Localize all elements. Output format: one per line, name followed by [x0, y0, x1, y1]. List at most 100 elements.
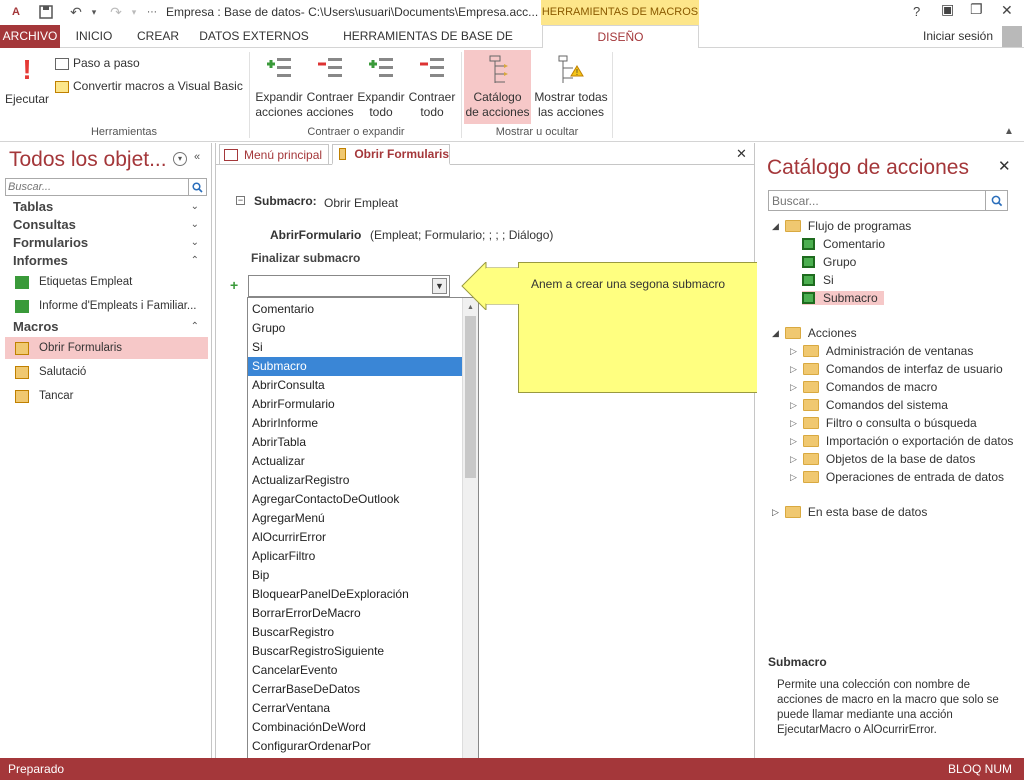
dropdown-item[interactable]: CerrarBaseDeDatos: [248, 680, 462, 699]
dropdown-item[interactable]: BuscarRegistroSiguiente: [248, 642, 462, 661]
ejecutar-button[interactable]: ! Ejecutar: [2, 54, 52, 107]
scroll-thumb[interactable]: [465, 316, 476, 478]
close-catalog-icon[interactable]: ✕: [998, 157, 1011, 175]
catalog-folder-item[interactable]: ▷ Filtro o consulta o búsqueda: [790, 416, 977, 430]
dropdown-item[interactable]: ConfigurarOrdenarPor: [248, 737, 462, 756]
paso-button[interactable]: Paso a paso: [55, 56, 140, 71]
collapse-submacro-icon[interactable]: −: [236, 196, 245, 205]
nav-item-etiquetas[interactable]: Etiquetas Empleat: [5, 271, 208, 293]
tab-diseno[interactable]: DISEÑO: [542, 25, 699, 49]
tab-herramientas-bd[interactable]: HERRAMIENTAS DE BASE DE DATOS: [322, 25, 534, 66]
catalog-item-grupo[interactable]: Grupo: [802, 255, 856, 269]
expandir-todo-button[interactable]: Expandir todo: [355, 54, 407, 120]
dropdown-item[interactable]: Submacro: [248, 357, 462, 376]
dropdown-item[interactable]: AbrirInforme: [248, 414, 462, 433]
nav-item-informe[interactable]: Informe d'Empleats i Familiar...: [5, 295, 208, 317]
signin-link[interactable]: Iniciar sesión: [923, 29, 993, 43]
close-window-icon[interactable]: ✕: [1001, 2, 1013, 19]
add-action-combo[interactable]: ▼: [248, 275, 450, 297]
contraer-acciones-button[interactable]: Contraer acciones: [304, 54, 356, 120]
submacro-name[interactable]: Obrir Empleat: [324, 196, 398, 210]
nav-item-obrir-formularis[interactable]: Obrir Formularis: [5, 337, 208, 359]
catalog-item-si[interactable]: Si: [802, 273, 834, 287]
catalog-flujo[interactable]: ◢ Flujo de programas: [772, 219, 911, 233]
catalog-folder-item[interactable]: ▷ Objetos de la base de datos: [790, 452, 975, 466]
nav-section-informes[interactable]: Informes: [13, 253, 68, 268]
dropdown-item[interactable]: Bip: [248, 566, 462, 585]
catalog-search-box[interactable]: [768, 190, 1008, 211]
dropdown-item[interactable]: BuscarRegistro: [248, 623, 462, 642]
mostrar-todas-button[interactable]: ! Mostrar todas las acciones: [533, 54, 609, 120]
catalog-search-input[interactable]: [769, 193, 985, 208]
redo-dropdown-icon[interactable]: ▾: [124, 2, 144, 22]
dropdown-item[interactable]: BloquearPanelDeExploración: [248, 585, 462, 604]
tab-archivo[interactable]: ARCHIVO: [0, 25, 60, 48]
restore-icon[interactable]: ❐: [970, 1, 983, 18]
chevron-up-icon[interactable]: ⌃: [191, 321, 199, 332]
nav-item-salutacio[interactable]: Salutació: [5, 361, 208, 383]
redo-icon[interactable]: ↷: [106, 2, 126, 22]
add-action-icon[interactable]: +: [230, 277, 238, 293]
action-name[interactable]: AbrirFormulario: [270, 228, 361, 242]
nav-collapse-icon[interactable]: «: [194, 151, 200, 163]
chevron-down-icon[interactable]: ⌄: [191, 237, 199, 248]
catalog-folder-item[interactable]: ▷ Importación o exportación de datos: [790, 434, 1013, 448]
chevron-down-icon[interactable]: ⌄: [191, 201, 199, 212]
dropdown-item[interactable]: AbrirFormulario: [248, 395, 462, 414]
dropdown-item[interactable]: AbrirTabla: [248, 433, 462, 452]
catalog-folder-item[interactable]: ▷ Administración de ventanas: [790, 344, 973, 358]
dropdown-item[interactable]: Si: [248, 338, 462, 357]
chevron-up-icon[interactable]: ⌃: [191, 255, 199, 266]
catalog-en-esta[interactable]: ▷ En esta base de datos: [772, 505, 927, 519]
search-icon[interactable]: [188, 179, 206, 195]
doc-tab-obrir-formularis[interactable]: Obrir Formularis: [332, 144, 450, 165]
catalogo-acciones-button[interactable]: Catálogo de acciones: [464, 50, 531, 124]
chevron-down-icon[interactable]: ⌄: [191, 219, 199, 230]
close-document-icon[interactable]: ✕: [736, 146, 747, 162]
convertir-button[interactable]: Convertir macros a Visual Basic: [55, 79, 243, 94]
nav-menu-icon[interactable]: ▾: [173, 152, 187, 166]
dropdown-item[interactable]: AlOcurrirError: [248, 528, 462, 547]
nav-search-box[interactable]: [5, 178, 207, 196]
dropdown-item[interactable]: Grupo: [248, 319, 462, 338]
dropdown-item[interactable]: AplicarFiltro: [248, 547, 462, 566]
contraer-todo-button[interactable]: Contraer todo: [406, 54, 458, 120]
catalog-folder-item[interactable]: ▷ Comandos de macro: [790, 380, 937, 394]
dropdown-item[interactable]: AbrirConsulta: [248, 376, 462, 395]
dropdown-item[interactable]: AgregarMenú: [248, 509, 462, 528]
tab-crear[interactable]: CREAR: [130, 25, 186, 48]
undo-dropdown-icon[interactable]: ▾: [84, 2, 104, 22]
nav-section-macros[interactable]: Macros: [13, 319, 59, 334]
dropdown-item[interactable]: CerrarVentana: [248, 699, 462, 718]
catalog-folder-item[interactable]: ▷ Operaciones de entrada de datos: [790, 470, 1004, 484]
combo-dropdown-icon[interactable]: ▼: [432, 278, 447, 294]
catalog-item-submacro[interactable]: Submacro: [802, 291, 884, 305]
catalog-folder-item[interactable]: ▷ Comandos de interfaz de usuario: [790, 362, 1003, 376]
nav-search-input[interactable]: [6, 181, 188, 193]
nav-section-consultas[interactable]: Consultas: [13, 217, 76, 232]
undo-icon[interactable]: ↶: [66, 2, 86, 22]
nav-section-tablas[interactable]: Tablas: [13, 199, 53, 214]
dropdown-item[interactable]: CombinaciónDeWord: [248, 718, 462, 737]
dropdown-item[interactable]: Comentario: [248, 300, 462, 319]
dropdown-item[interactable]: BorrarErrorDeMacro: [248, 604, 462, 623]
nav-title[interactable]: Todos los objet...: [9, 148, 167, 172]
expandir-acciones-button[interactable]: Expandir acciones: [253, 54, 305, 120]
search-icon[interactable]: [985, 191, 1007, 210]
help-button[interactable]: ?: [913, 4, 920, 19]
doc-tab-menu-principal[interactable]: Menú principal: [219, 144, 329, 165]
ribbon-display-icon[interactable]: ▣: [941, 1, 954, 18]
nav-section-formularios[interactable]: Formularios: [13, 235, 88, 250]
dropdown-scrollbar[interactable]: ▲ ▼: [462, 298, 478, 773]
nav-item-tancar[interactable]: Tancar: [5, 385, 208, 407]
tab-datos-externos[interactable]: DATOS EXTERNOS: [194, 25, 314, 48]
catalog-item-comentario[interactable]: Comentario: [802, 237, 885, 251]
dropdown-item[interactable]: Actualizar: [248, 452, 462, 471]
dropdown-item[interactable]: CancelarEvento: [248, 661, 462, 680]
catalog-folder-item[interactable]: ▷ Comandos del sistema: [790, 398, 948, 412]
customize-qat-icon[interactable]: ⋯: [142, 2, 162, 22]
save-icon[interactable]: [36, 2, 56, 22]
collapse-ribbon-icon[interactable]: ▲: [1004, 126, 1014, 137]
tab-inicio[interactable]: INICIO: [66, 25, 122, 48]
avatar[interactable]: [1002, 26, 1022, 47]
